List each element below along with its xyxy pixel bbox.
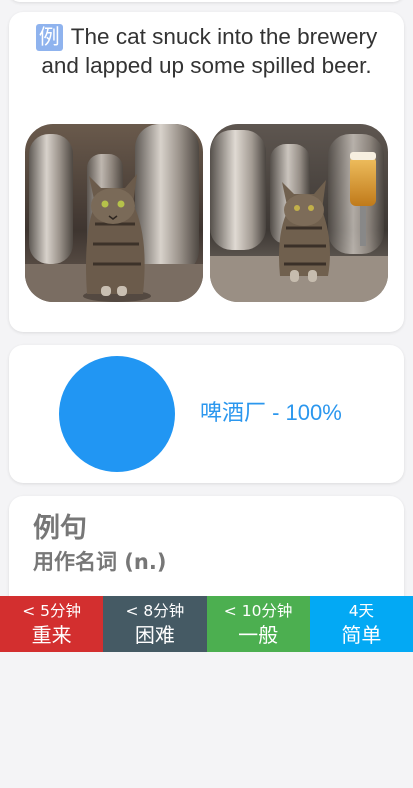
again-button[interactable]: < 5分钟 重来: [0, 596, 104, 652]
sentences-subtitle: 用作名词 (n.): [33, 550, 167, 574]
again-label: 重来: [31, 622, 72, 647]
hard-interval: < 8分钟: [125, 601, 185, 620]
cat-brewery-image-left: [25, 124, 203, 302]
answer-buttons-bar: < 5分钟 重来 < 8分钟 困难 < 10分钟 一般 4天 简单: [0, 596, 413, 652]
easy-interval: 4天: [348, 601, 375, 620]
easy-button[interactable]: 4天 简单: [309, 596, 413, 652]
progress-label: 啤酒厂 - 100%: [200, 400, 342, 425]
progress-pie-chart: [58, 355, 176, 473]
cat-brewery-image-right: [210, 124, 388, 302]
example-card: 例 The cat snuck into the brewery and lapp…: [9, 12, 404, 332]
example-badge: 例: [35, 24, 63, 51]
good-button[interactable]: < 10分钟 一般: [206, 596, 310, 652]
easy-label: 简单: [341, 622, 382, 647]
example-sentence: 例 The cat snuck into the brewery and lapp…: [29, 22, 384, 80]
hard-button[interactable]: < 8分钟 困难: [103, 596, 207, 652]
good-label: 一般: [238, 622, 279, 647]
good-interval: < 10分钟: [223, 601, 293, 620]
progress-card: 啤酒厂 - 100%: [9, 345, 404, 483]
hard-label: 困难: [134, 622, 175, 647]
again-interval: < 5分钟: [22, 601, 82, 620]
previous-card: [9, 0, 404, 2]
example-sentence-text: The cat snuck into the brewery and lappe…: [41, 24, 378, 78]
progress-pie-slice: [59, 356, 175, 472]
sentences-title: 例句: [33, 513, 87, 544]
